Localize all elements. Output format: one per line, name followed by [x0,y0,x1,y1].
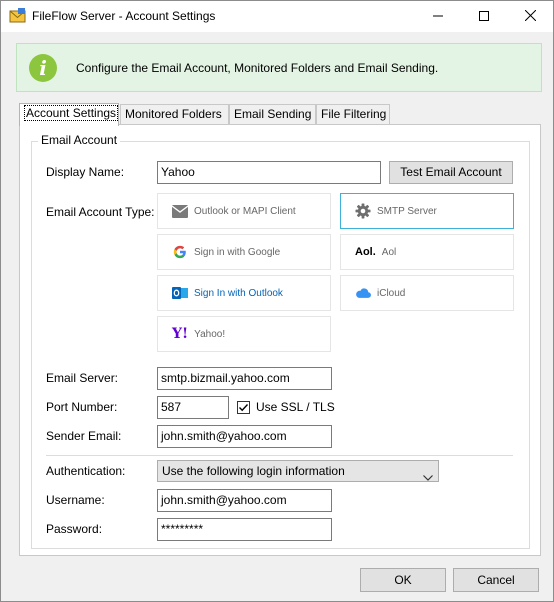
aol-icon-text: Aol. [355,246,376,258]
account-type-yahoo[interactable]: Y! Yahoo! [157,316,331,352]
port-number-label: Port Number: [46,400,118,414]
tab-monitored-folders[interactable]: Monitored Folders [120,104,229,125]
yahoo-icon: Y! [172,326,188,342]
section-divider [46,455,513,456]
password-input[interactable]: ********* [157,518,332,541]
outlook-icon [172,285,188,301]
tab-label: Account Settings [24,105,119,121]
account-type-label-text: Sign in with Google [194,246,281,258]
display-name-input[interactable]: Yahoo [157,161,381,184]
account-type-label-text: iCloud [377,287,406,299]
banner-text: Configure the Email Account, Monitored F… [76,61,439,75]
email-server-input[interactable]: smtp.bizmail.yahoo.com [157,367,332,390]
test-email-account-button[interactable]: Test Email Account [389,161,513,184]
envelope-icon [9,8,26,25]
gear-icon [355,203,371,219]
title-bar: FileFlow Server - Account Settings [1,1,553,32]
yahoo-icon-text: Y! [172,326,189,342]
account-settings-window: FileFlow Server - Account Settings i Con… [0,0,554,602]
account-type-label-text: Yahoo! [194,328,226,340]
tab-label: File Filtering [321,107,387,121]
group-title: Email Account [38,133,121,147]
checkmark-icon [239,404,249,412]
account-type-label-text: Outlook or MAPI Client [194,205,296,217]
envelope-icon [172,203,188,219]
account-type-label-text: SMTP Server [377,205,437,217]
close-icon [524,9,536,24]
account-type-smtp[interactable]: SMTP Server [340,193,514,229]
tab-email-sending[interactable]: Email Sending [229,104,316,125]
account-type-label: Email Account Type: [46,205,155,219]
account-type-label-text: Sign In with Outlook [194,287,283,299]
cancel-button[interactable]: Cancel [453,568,539,592]
minimize-button[interactable] [415,1,461,32]
chevron-down-icon [423,467,433,487]
account-type-aol[interactable]: Aol. Aol [340,234,514,270]
password-label: Password: [46,522,103,536]
account-type-outlook-mapi[interactable]: Outlook or MAPI Client [157,193,331,229]
account-type-label-text: Aol [381,246,397,258]
icloud-icon [355,285,371,301]
ok-button[interactable]: OK [360,568,446,592]
use-ssl-checkbox[interactable] [237,401,250,414]
authentication-value: Use the following login information [162,464,345,478]
authentication-label: Authentication: [46,464,126,478]
info-icon: i [29,54,57,82]
sender-email-label: Sender Email: [46,429,122,443]
maximize-button[interactable] [461,1,507,32]
username-input[interactable]: john.smith@yahoo.com [157,489,332,512]
account-type-google[interactable]: Sign in with Google [157,234,331,270]
maximize-icon [479,10,489,24]
port-number-input[interactable]: 587 [157,396,229,419]
account-type-outlook[interactable]: Sign In with Outlook [157,275,331,311]
email-account-group: Email Account Display Name: Yahoo Test E… [31,133,530,549]
tab-label: Monitored Folders [125,107,222,121]
close-button[interactable] [507,1,553,32]
use-ssl-label[interactable]: Use SSL / TLS [256,400,335,414]
authentication-select[interactable]: Use the following login information [157,460,439,482]
info-banner: i Configure the Email Account, Monitored… [16,43,542,92]
email-server-label: Email Server: [46,371,119,385]
google-icon [172,244,188,260]
aol-icon: Aol. [355,244,376,260]
display-name-label: Display Name: [46,165,125,179]
account-settings-panel: Email Account Display Name: Yahoo Test E… [19,124,541,556]
window-title: FileFlow Server - Account Settings [32,9,216,23]
account-type-icloud[interactable]: iCloud [340,275,514,311]
tab-label: Email Sending [234,107,312,121]
tab-file-filtering[interactable]: File Filtering [316,104,390,125]
sender-email-input[interactable]: john.smith@yahoo.com [157,425,332,448]
username-label: Username: [46,493,105,507]
minimize-icon [433,10,443,24]
tab-account-settings[interactable]: Account Settings [19,103,119,126]
